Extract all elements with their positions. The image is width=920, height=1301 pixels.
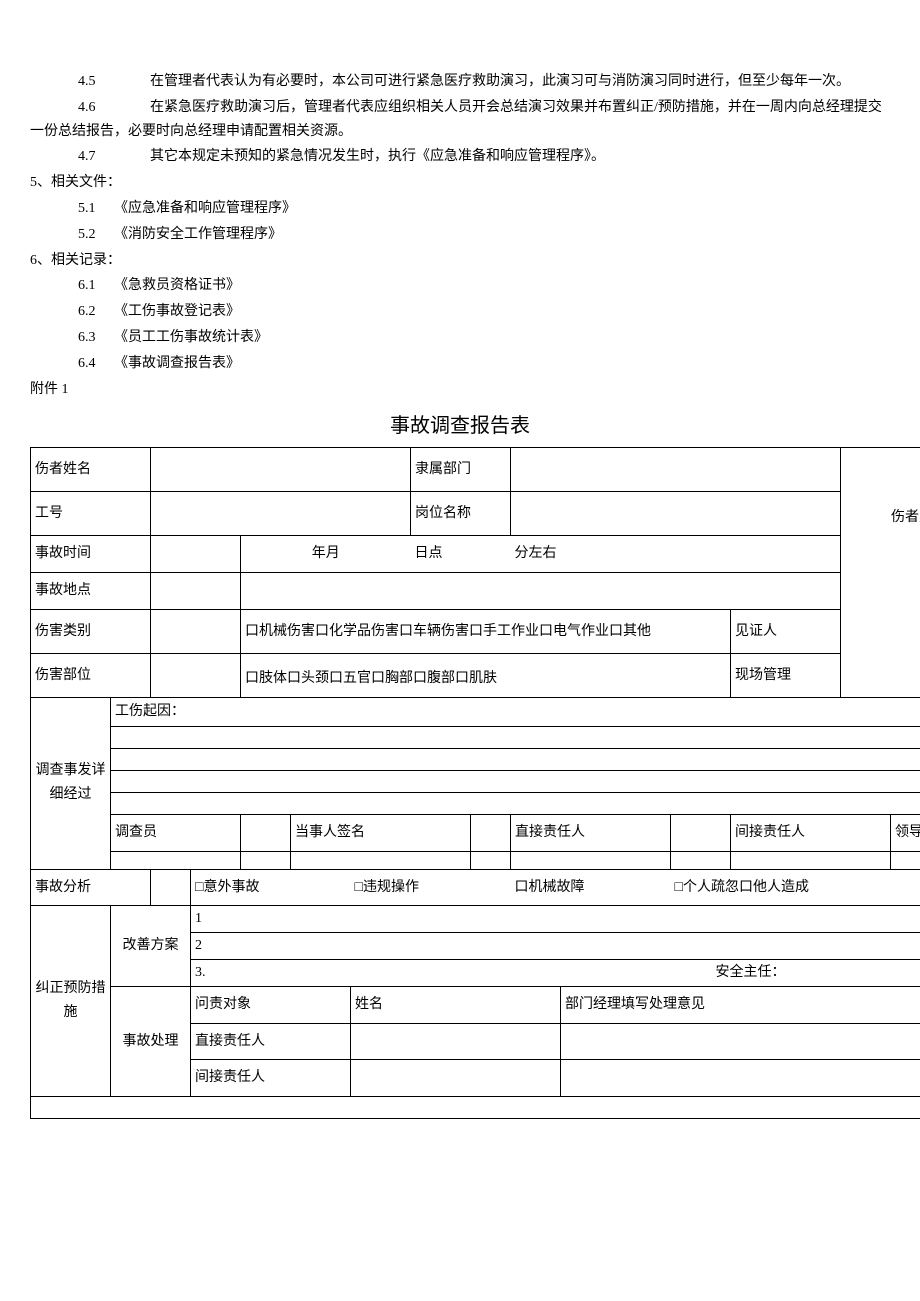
item-6-2: 6.2《工伤事故登记表》 <box>30 300 890 324</box>
label-witness: 见证人 <box>731 609 841 653</box>
label-accountable: 问责对象 <box>191 986 351 1023</box>
field-sig-6[interactable] <box>671 851 731 869</box>
label-day-hour: 日点 <box>411 536 511 573</box>
item-5-1: 5.1《应急准备和响应管理程序》 <box>30 197 890 221</box>
field-sig-3[interactable] <box>291 851 471 869</box>
plan-2[interactable]: 2 <box>191 933 920 960</box>
item-6-3: 6.3《员工工伤事故统计表》 <box>30 326 890 350</box>
label-name: 姓名 <box>351 986 561 1023</box>
label-direct-person: 直接责任人 <box>191 1023 351 1060</box>
label-emp-id: 工号 <box>31 492 151 536</box>
label-scene-mgmt: 现场管理 <box>731 653 841 697</box>
field-detail-2[interactable] <box>111 748 920 770</box>
label-direct-resp: 直接责任人 <box>511 814 671 851</box>
field-sig-5[interactable] <box>511 851 671 869</box>
opt-mechanical[interactable]: 口机械故障 <box>511 869 671 906</box>
field-emp-id[interactable] <box>151 492 411 536</box>
field-sig-2[interactable] <box>241 851 291 869</box>
field-injury-part-blank[interactable] <box>151 653 241 697</box>
options-injury-type[interactable]: 口机械伤害口化学品伤害口车辆伤害口手工作业口电气作业口其他 <box>241 609 731 653</box>
plan-3[interactable]: 3. <box>191 959 561 986</box>
label-injury-part: 伤害部位 <box>31 653 151 697</box>
label-accident-time: 事故时间 <box>31 536 151 573</box>
opt-negligence[interactable]: □个人疏忽口他人造成 <box>671 869 920 906</box>
field-party-sign[interactable] <box>471 814 511 851</box>
form-title: 事故调查报告表 <box>30 409 890 443</box>
field-location-b[interactable] <box>241 573 841 610</box>
label-plan: 改善方案 <box>111 906 191 986</box>
field-sig-1[interactable] <box>111 851 241 869</box>
field-direct-resp[interactable] <box>671 814 731 851</box>
label-investigator: 调查员 <box>111 814 241 851</box>
label-injury-type: 伤害类别 <box>31 609 151 653</box>
field-time-blank[interactable] <box>151 536 241 573</box>
label-corrective: 纠正预防措施 <box>31 906 111 1097</box>
label-mgr-opinion: 部门经理填写处理意见 <box>561 986 920 1023</box>
field-detail-4[interactable] <box>111 792 920 814</box>
footer-row[interactable] <box>31 1097 920 1119</box>
field-indirect-opinion[interactable] <box>561 1060 920 1097</box>
para-4-6: 4.6在紧急医疗救助演习后，管理者代表应组织相关人员开会总结演习效果并布置纠正/… <box>30 96 890 144</box>
opt-violation[interactable]: □违规操作 <box>351 869 511 906</box>
para-4-7: 4.7其它本规定未预知的紧急情况发生时，执行《应急准备和响应管理程序》。 <box>30 145 890 169</box>
label-year-month: 年月 <box>241 536 411 573</box>
field-direct-name[interactable] <box>351 1023 561 1060</box>
field-injury-type-blank[interactable] <box>151 609 241 653</box>
field-direct-opinion[interactable] <box>561 1023 920 1060</box>
attachment-1: 附件 1 <box>30 378 890 402</box>
field-sig-7[interactable] <box>731 851 891 869</box>
plan-1[interactable]: 1 <box>191 906 920 933</box>
field-location-a[interactable] <box>151 573 241 610</box>
accident-report-table: 伤者姓名 隶属部门 伤者照, 工号 岗位名称 事故时间 年月 日点 分左右 事故… <box>30 447 920 1119</box>
label-minute: 分左右 <box>511 536 841 573</box>
label-position: 岗位名称 <box>411 492 511 536</box>
field-sig-4[interactable] <box>471 851 511 869</box>
opt-accident[interactable]: □意外事故 <box>191 869 351 906</box>
label-leader: 领导 <box>891 814 920 851</box>
item-5-2: 5.2《消防安全工作管理程序》 <box>30 223 890 247</box>
label-safety-officer: 安全主任： <box>561 959 920 986</box>
options-injury-part[interactable]: 口肢体口头颈口五官口胸部口腹部口肌肤 <box>241 653 731 697</box>
field-position[interactable] <box>511 492 841 536</box>
field-department[interactable] <box>511 448 841 492</box>
field-indirect-name[interactable] <box>351 1060 561 1097</box>
field-investigator[interactable] <box>241 814 291 851</box>
field-photo[interactable] <box>841 536 920 698</box>
label-accident-location: 事故地点 <box>31 573 151 610</box>
field-detail-1[interactable] <box>111 726 920 748</box>
label-handling: 事故处理 <box>111 986 191 1096</box>
field-sig-8[interactable] <box>891 851 920 869</box>
item-6-1: 6.1《急救员资格证书》 <box>30 274 890 298</box>
section-5: 5、相关文件： <box>30 171 890 195</box>
para-4-5: 4.5在管理者代表认为有必要时，本公司可进行紧急医疗救助演习，此演习可与消防演习… <box>30 70 890 94</box>
label-photo: 伤者照, <box>841 448 920 536</box>
label-party-sign: 当事人签名 <box>291 814 471 851</box>
section-6: 6、相关记录： <box>30 249 890 273</box>
label-indirect-resp: 间接责任人 <box>731 814 891 851</box>
label-indirect-person: 间接责任人 <box>191 1060 351 1097</box>
label-department: 隶属部门 <box>411 448 511 492</box>
label-cause: 工伤起因： <box>111 697 920 726</box>
field-analysis-blank[interactable] <box>151 869 191 906</box>
item-6-4: 6.4《事故调查报告表》 <box>30 352 890 376</box>
field-detail-3[interactable] <box>111 770 920 792</box>
label-victim-name: 伤者姓名 <box>31 448 151 492</box>
label-investigation: 调查事发详细经过 <box>31 697 111 869</box>
field-victim-name[interactable] <box>151 448 411 492</box>
label-analysis: 事故分析 <box>31 869 151 906</box>
